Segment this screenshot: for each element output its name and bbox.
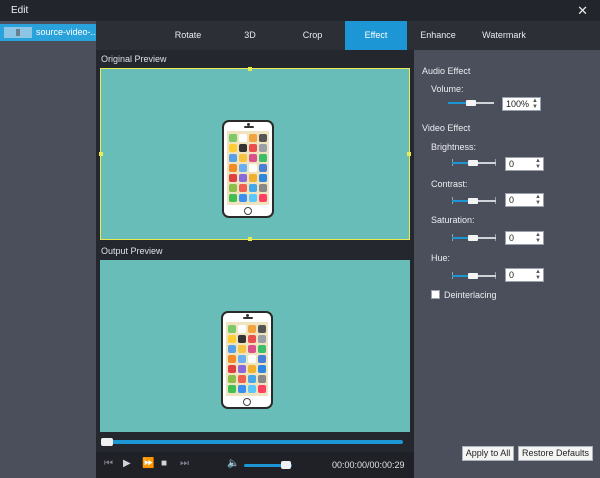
window-title: Edit <box>11 5 29 16</box>
crop-handle[interactable] <box>407 152 411 156</box>
volume-icon[interactable]: 🔈 <box>227 458 239 469</box>
contrast-label: Contrast: <box>431 179 468 189</box>
saturation-input[interactable]: 0 ▲ ▼ <box>505 231 544 245</box>
saturation-label: Saturation: <box>431 215 475 225</box>
tab-bar: Rotate 3D Crop Effect Enhance Watermark <box>96 21 600 50</box>
play-icon[interactable]: ▶ <box>123 458 131 469</box>
volume-label: Volume: <box>431 84 464 94</box>
hue-thumb[interactable] <box>468 273 478 279</box>
tab-enhance[interactable]: Enhance <box>407 21 469 50</box>
saturation-thumb[interactable] <box>468 235 478 241</box>
timecode: 00:00:00/00:00:29 <box>332 460 405 470</box>
volume-input[interactable]: 100% ▲ ▼ <box>502 97 541 111</box>
preview-panel: Original Preview Output Preview ⏮ ▶ ⏩ ■ … <box>96 50 414 478</box>
brightness-label: Brightness: <box>431 142 477 152</box>
brightness-thumb[interactable] <box>468 160 478 166</box>
title-bar: Edit ✕ <box>0 0 600 21</box>
crop-handle[interactable] <box>99 152 103 156</box>
video-effect-heading: Video Effect <box>422 123 471 133</box>
tab-crop[interactable]: Crop <box>280 21 345 50</box>
phone-image <box>222 120 274 218</box>
effect-settings-panel: Audio Effect Volume: 100% ▲ ▼ Video Effect… <box>414 50 600 478</box>
audio-effect-heading: Audio Effect <box>422 66 471 76</box>
hue-input[interactable]: 0 ▲ ▼ <box>505 268 544 282</box>
deinterlacing-label: Deinterlacing <box>444 290 497 300</box>
output-preview-frame <box>100 260 410 432</box>
timeline-thumb[interactable] <box>101 438 113 446</box>
tab-watermark[interactable]: Watermark <box>469 21 539 50</box>
tab-3d[interactable]: 3D <box>220 21 280 50</box>
close-icon[interactable]: ✕ <box>577 3 588 19</box>
contrast-input[interactable]: 0 ▲ ▼ <box>505 193 544 207</box>
video-thumbnail <box>4 27 32 38</box>
timeline-track[interactable] <box>101 440 403 444</box>
tab-rotate[interactable]: Rotate <box>156 21 220 50</box>
output-preview-label: Output Preview <box>101 246 163 256</box>
brightness-input[interactable]: 0 ▲ ▼ <box>505 157 544 171</box>
file-name: source-video-... <box>36 27 99 37</box>
playback-controls: ⏮ ▶ ⏩ ■ ⏭ 🔈 00:00:00/00:00:29 <box>96 452 414 478</box>
apply-to-all-button[interactable]: Apply to All <box>462 446 514 461</box>
tab-effect[interactable]: Effect <box>345 21 407 50</box>
original-preview-label: Original Preview <box>101 54 167 64</box>
crop-handle[interactable] <box>248 67 252 71</box>
file-list-item[interactable]: source-video-... <box>0 24 99 41</box>
previous-icon[interactable]: ⏮ <box>104 458 113 469</box>
volume-thumb[interactable] <box>466 100 476 106</box>
original-preview-frame[interactable] <box>99 67 411 241</box>
volume-slider-thumb[interactable] <box>281 461 291 469</box>
restore-defaults-button[interactable]: Restore Defaults <box>518 446 593 461</box>
crop-handle[interactable] <box>248 237 252 241</box>
next-icon[interactable]: ⏭ <box>180 458 189 469</box>
fast-forward-icon[interactable]: ⏩ <box>142 458 154 469</box>
file-list-sidebar: source-video-... <box>0 21 99 478</box>
phone-image <box>221 311 273 409</box>
contrast-thumb[interactable] <box>468 198 478 204</box>
stop-icon[interactable]: ■ <box>161 458 167 469</box>
hue-label: Hue: <box>431 253 451 263</box>
deinterlacing-checkbox[interactable] <box>431 290 440 299</box>
